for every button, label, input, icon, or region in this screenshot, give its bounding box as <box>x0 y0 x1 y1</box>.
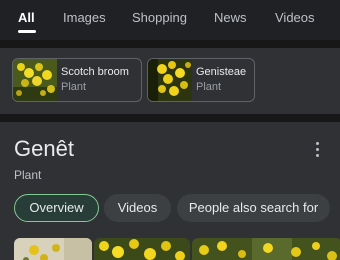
knowledge-panel: Genêt Plant Overview Videos People also … <box>0 122 340 260</box>
panel-subtitle: Plant <box>14 168 42 182</box>
entity-chip-scotch-broom[interactable]: Scotch broom Plant <box>12 58 142 102</box>
tab-images[interactable]: Images <box>63 10 106 25</box>
tab-videos[interactable]: Videos <box>275 10 315 25</box>
entity-name: Scotch broom <box>61 66 129 78</box>
genet-photo[interactable] <box>14 238 92 260</box>
genet-photo[interactable] <box>192 238 340 260</box>
chip-overview[interactable]: Overview <box>14 194 99 222</box>
divider <box>0 40 340 48</box>
search-tabs: All Images Shopping News Videos <box>0 0 340 40</box>
more-vert-icon[interactable] <box>312 142 324 158</box>
active-tab-indicator <box>18 30 36 33</box>
entity-chip-genisteae[interactable]: Genisteae Plant <box>147 58 255 102</box>
divider <box>0 114 340 122</box>
tab-news[interactable]: News <box>214 10 247 25</box>
genet-photo[interactable] <box>94 238 190 260</box>
image-strip <box>14 238 340 260</box>
chip-people-also-search-for[interactable]: People also search for <box>177 194 330 222</box>
tab-shopping[interactable]: Shopping <box>132 10 187 25</box>
entity-type: Plant <box>61 81 87 93</box>
genisteae-thumbnail <box>148 59 192 101</box>
chip-videos[interactable]: Videos <box>104 194 171 222</box>
scotch-broom-thumbnail <box>13 59 57 101</box>
related-entities: Scotch broom Plant Genisteae Plant <box>0 48 340 114</box>
tab-all[interactable]: All <box>18 10 35 25</box>
panel-title: Genêt <box>14 136 74 161</box>
entity-name: Genisteae <box>196 66 247 78</box>
entity-type: Plant <box>196 81 222 93</box>
